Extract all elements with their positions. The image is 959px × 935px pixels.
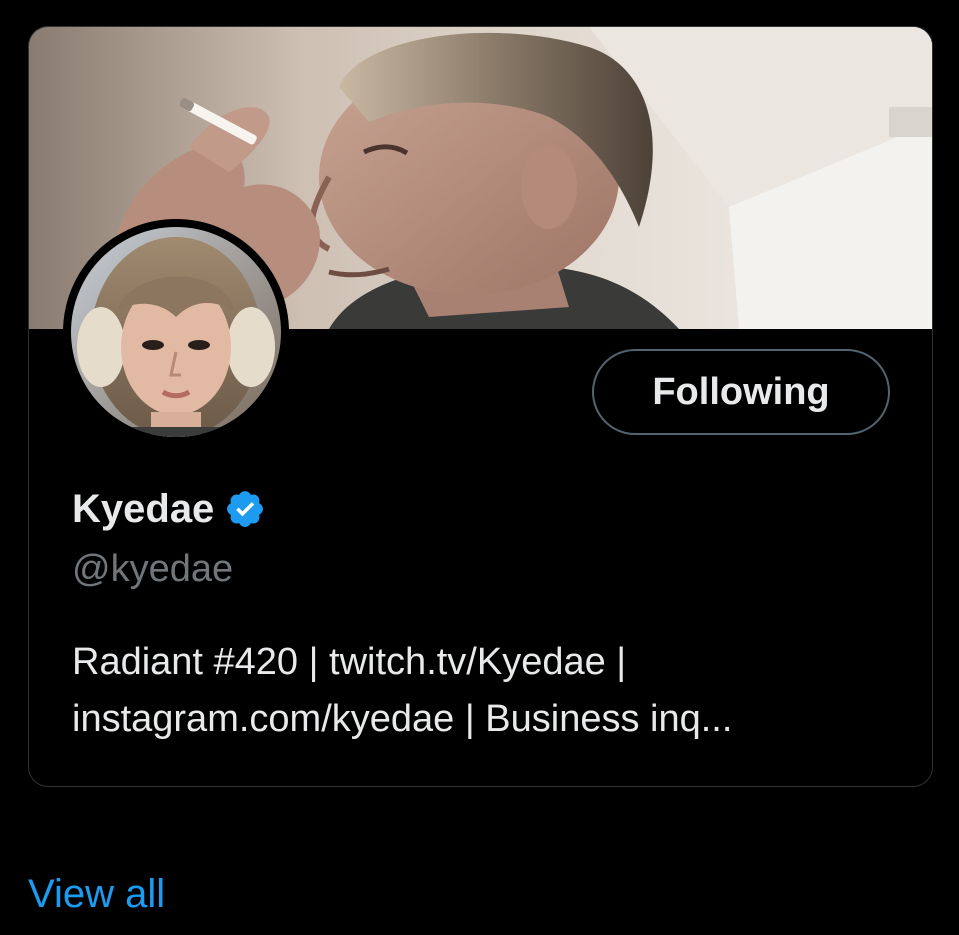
bio-line: instagram.com/kyedae | Business inq... [72,698,733,740]
avatar-photo [71,227,281,437]
view-all-link[interactable]: View all [28,868,165,920]
display-name[interactable]: Kyedae [72,485,214,533]
following-button[interactable]: Following [592,349,890,435]
avatar[interactable] [71,227,281,437]
bio-line: Radiant #420 | twitch.tv/Kyedae | [72,641,627,683]
profile-bio: Radiant #420 | twitch.tv/Kyedae | instag… [72,634,912,748]
name-row: Kyedae [72,485,266,533]
verified-badge-icon[interactable] [224,488,266,530]
profile-card[interactable]: Following Kyedae @kyedae Radiant #420 | … [28,26,933,787]
avatar-ring [63,219,289,445]
user-handle: @kyedae [72,548,234,590]
